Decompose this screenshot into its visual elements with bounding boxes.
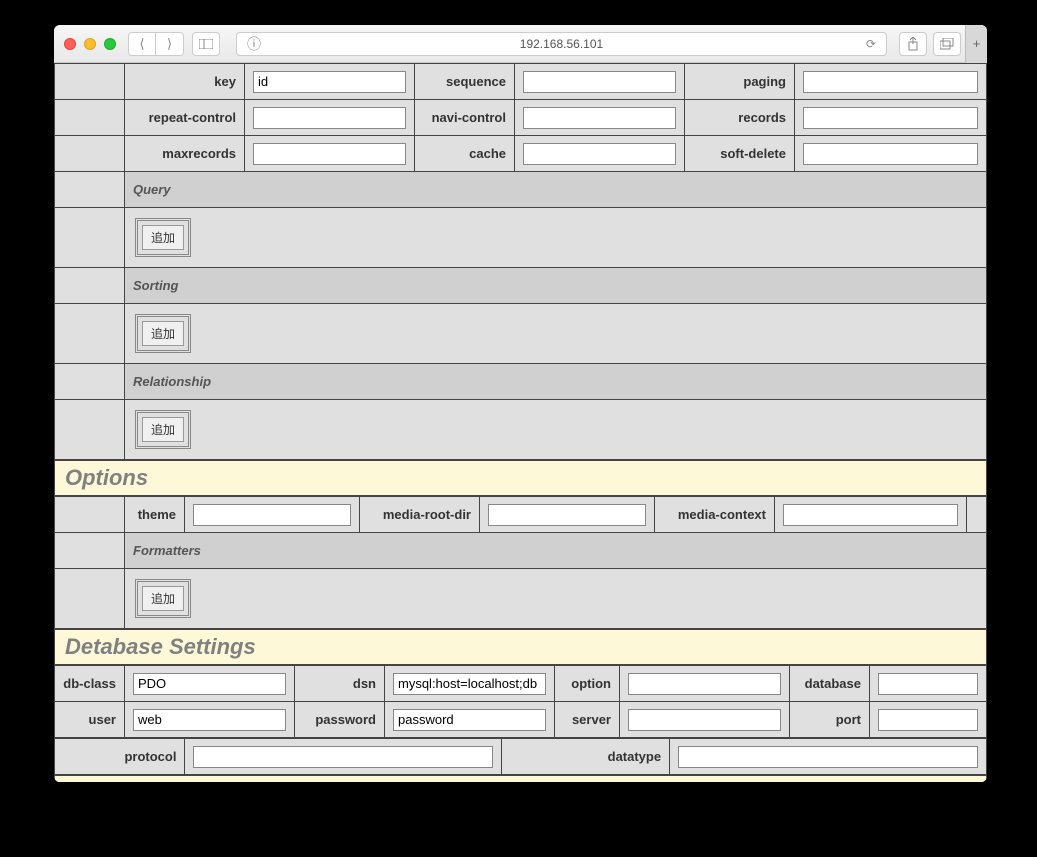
add-sorting-button[interactable]: 追加 <box>142 321 184 346</box>
forward-button[interactable]: ⟩ <box>156 32 184 56</box>
debug-header: Debug <box>55 776 987 783</box>
protocol-input[interactable] <box>193 746 493 768</box>
db-grid-2: protocol datatype <box>54 738 987 775</box>
add-formatter-wrap: 追加 <box>135 579 191 618</box>
info-icon: ⓘ <box>247 34 261 54</box>
toolbar-right <box>899 32 961 56</box>
option-input[interactable] <box>628 673 781 695</box>
db-settings-header: Detabase Settings <box>55 630 987 665</box>
share-button[interactable] <box>899 32 927 56</box>
protocol-label: protocol <box>55 739 185 775</box>
reload-icon[interactable]: ⟳ <box>866 37 876 51</box>
datatype-input[interactable] <box>678 746 978 768</box>
close-icon[interactable] <box>64 38 76 50</box>
gutter <box>55 136 125 172</box>
nav-buttons: ⟨ ⟩ <box>128 32 184 56</box>
gutter <box>55 304 125 364</box>
options-grid: theme media-root-dir media-context Forma… <box>54 496 987 629</box>
repeat-control-label: repeat-control <box>125 100 245 136</box>
soft-delete-input[interactable] <box>803 143 978 165</box>
gutter <box>55 400 125 460</box>
formatters-header: Formatters <box>125 533 987 569</box>
back-button[interactable]: ⟨ <box>128 32 156 56</box>
sidebar-toggle-button[interactable] <box>192 32 220 56</box>
media-root-dir-input[interactable] <box>488 504 646 526</box>
db-header-table: Detabase Settings <box>54 629 987 665</box>
titlebar: ⟨ ⟩ ⓘ 192.168.56.101 ⟳ + <box>54 25 987 63</box>
db-grid: db-class dsn option database user passwo… <box>54 665 987 738</box>
media-context-label: media-context <box>655 497 775 533</box>
maxrecords-input[interactable] <box>253 143 406 165</box>
zoom-icon[interactable] <box>104 38 116 50</box>
cache-input[interactable] <box>523 143 676 165</box>
relationship-header: Relationship <box>125 364 987 400</box>
gutter <box>55 208 125 268</box>
add-relationship-button[interactable]: 追加 <box>142 417 184 442</box>
gutter <box>55 64 125 100</box>
server-label: server <box>555 702 620 738</box>
gutter <box>55 533 125 569</box>
sequence-input[interactable] <box>523 71 676 93</box>
sorting-header: Sorting <box>125 268 987 304</box>
options-header: Options <box>55 461 987 496</box>
media-context-input[interactable] <box>783 504 958 526</box>
url-text: 192.168.56.101 <box>520 37 603 51</box>
theme-label: theme <box>125 497 185 533</box>
gutter <box>55 364 125 400</box>
navi-control-label: navi-control <box>415 100 515 136</box>
database-input[interactable] <box>878 673 978 695</box>
options-table: Options <box>54 460 987 496</box>
port-input[interactable] <box>878 709 978 731</box>
password-label: password <box>295 702 385 738</box>
password-input[interactable] <box>393 709 546 731</box>
dsn-input[interactable] <box>393 673 546 695</box>
add-query-button[interactable]: 追加 <box>142 225 184 250</box>
debug-header-table: Debug <box>54 775 987 782</box>
db-class-input[interactable] <box>133 673 286 695</box>
window-controls <box>64 38 116 50</box>
gutter <box>55 172 125 208</box>
gutter <box>55 497 125 533</box>
port-label: port <box>790 702 870 738</box>
option-label: option <box>555 666 620 702</box>
key-label: key <box>125 64 245 100</box>
db-class-label: db-class <box>55 666 125 702</box>
new-tab-button[interactable]: + <box>965 25 987 63</box>
dsn-label: dsn <box>295 666 385 702</box>
context-settings-table: key sequence paging repeat-control navi-… <box>54 63 987 460</box>
datatype-label: datatype <box>502 739 670 775</box>
user-label: user <box>55 702 125 738</box>
sequence-label: sequence <box>415 64 515 100</box>
add-sorting-wrap: 追加 <box>135 314 191 353</box>
repeat-control-input[interactable] <box>253 107 406 129</box>
theme-input[interactable] <box>193 504 351 526</box>
gutter <box>55 100 125 136</box>
page-content: key sequence paging repeat-control navi-… <box>54 63 987 782</box>
tabs-button[interactable] <box>933 32 961 56</box>
maxrecords-label: maxrecords <box>125 136 245 172</box>
add-query-wrap: 追加 <box>135 218 191 257</box>
gutter <box>967 497 987 533</box>
add-formatter-button[interactable]: 追加 <box>142 586 184 611</box>
navi-control-input[interactable] <box>523 107 676 129</box>
paging-label: paging <box>685 64 795 100</box>
key-input[interactable] <box>253 71 406 93</box>
browser-window: ⟨ ⟩ ⓘ 192.168.56.101 ⟳ + <box>54 25 987 782</box>
soft-delete-label: soft-delete <box>685 136 795 172</box>
gutter <box>55 268 125 304</box>
paging-input[interactable] <box>803 71 978 93</box>
url-bar[interactable]: ⓘ 192.168.56.101 ⟳ <box>236 32 887 56</box>
cache-label: cache <box>415 136 515 172</box>
user-input[interactable] <box>133 709 286 731</box>
add-relationship-wrap: 追加 <box>135 410 191 449</box>
minimize-icon[interactable] <box>84 38 96 50</box>
media-root-dir-label: media-root-dir <box>360 497 480 533</box>
records-label: records <box>685 100 795 136</box>
server-input[interactable] <box>628 709 781 731</box>
gutter <box>55 569 125 629</box>
query-header: Query <box>125 172 987 208</box>
records-input[interactable] <box>803 107 978 129</box>
database-label: database <box>790 666 870 702</box>
